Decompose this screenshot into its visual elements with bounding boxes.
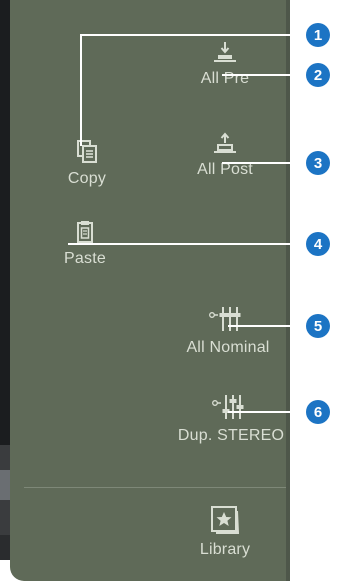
panel-divider [24, 487, 286, 488]
callout-4-badge: 4 [306, 232, 330, 256]
fader-dup-stereo-icon [212, 395, 244, 419]
copy-button[interactable]: Copy [52, 140, 122, 188]
callout-4-leader [68, 243, 308, 245]
panel-edge [286, 0, 290, 581]
dup-stereo-button[interactable]: Dup. STEREO [176, 393, 286, 445]
callout-2-badge: 2 [306, 63, 330, 87]
callout-5-badge: 5 [306, 314, 330, 338]
callout-3-badge: 3 [306, 151, 330, 175]
all-pre-label: All Pre [200, 70, 250, 87]
library-label: Library [199, 541, 251, 558]
callout-6-leader [228, 411, 308, 413]
all-post-button[interactable]: All Post [180, 131, 270, 179]
all-pre-button[interactable]: All Pre [185, 40, 265, 88]
all-nominal-button[interactable]: All Nominal [178, 305, 278, 357]
all-nominal-label: All Nominal [186, 339, 270, 356]
dup-stereo-label: Dup. STEREO [177, 427, 285, 444]
all-pre-icon [214, 42, 236, 62]
callout-1-leader [80, 34, 308, 36]
callout-6-badge: 6 [306, 400, 330, 424]
callout-3-leader [222, 162, 308, 164]
tools-panel: Copy All Pre All Post Paste All Nominal … [10, 0, 290, 581]
copy-label: Copy [67, 170, 107, 187]
fader-nominal-icon [209, 307, 241, 331]
library-star-icon [211, 506, 240, 534]
callout-2-leader [222, 74, 308, 76]
callout-1-badge: 1 [306, 23, 330, 47]
paste-icon [77, 221, 93, 243]
paste-label: Paste [64, 250, 106, 267]
all-post-icon [214, 132, 236, 153]
callout-1-leader [80, 34, 82, 146]
library-button[interactable]: Library [180, 505, 270, 559]
callout-5-leader [228, 325, 308, 327]
